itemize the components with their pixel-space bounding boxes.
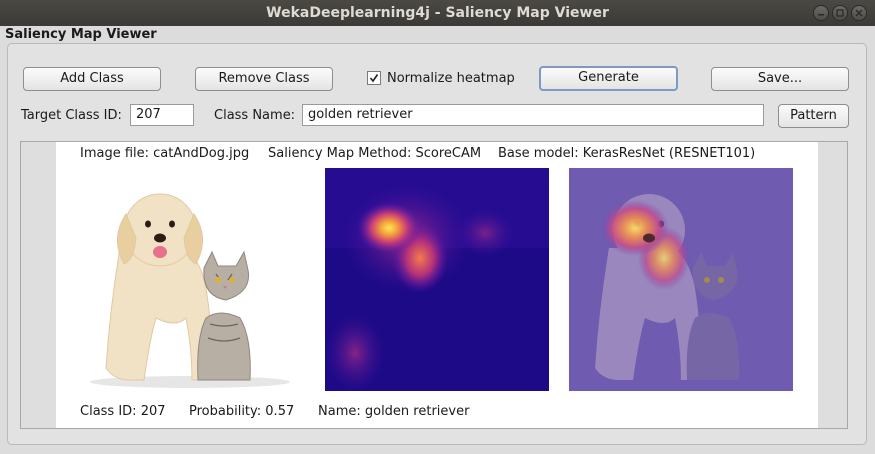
class-name-label: Class Name: [214,108,296,123]
result-class-id: Class ID: 207 [80,404,166,419]
original-image [80,168,304,391]
add-class-button[interactable]: Add Class [23,67,161,91]
result-canvas: Image file: catAndDog.jpg Saliency Map M… [56,142,818,428]
generate-button[interactable]: Generate [539,66,678,91]
window-title: WekaDeeplearning4j - Saliency Map Viewer [266,5,609,21]
normalize-heatmap-toggle[interactable]: Normalize heatmap [367,70,515,86]
checkmark-icon [369,74,379,83]
normalize-heatmap-checkbox[interactable] [367,71,381,85]
result-class-name: Name: golden retriever [318,404,470,419]
maximize-icon[interactable] [832,5,848,21]
menubar: Saliency Map Viewer [0,26,875,44]
pattern-button[interactable]: Pattern [778,104,849,128]
saliency-method-info: Saliency Map Method: ScoreCAM [268,146,482,161]
panel-title: Saliency Map Viewer [5,27,157,42]
target-class-id-input[interactable]: 207 [130,104,194,126]
target-class-id-label: Target Class ID: [21,108,122,123]
normalize-heatmap-label: Normalize heatmap [387,70,515,86]
window-controls [813,5,867,21]
result-probability: Probability: 0.57 [189,404,295,419]
close-icon[interactable] [851,5,867,21]
result-panel: Image file: catAndDog.jpg Saliency Map M… [20,141,848,429]
window-titlebar: WekaDeeplearning4j - Saliency Map Viewer [0,0,875,26]
class-name-input[interactable]: golden retriever [302,104,764,126]
save-button[interactable]: Save... [711,67,849,91]
saliency-overlay-image [569,168,793,391]
minimize-icon[interactable] [813,5,829,21]
base-model-info: Base model: KerasResNet (RESNET101) [498,146,756,161]
remove-class-button[interactable]: Remove Class [195,67,333,91]
saliency-heatmap-image [325,168,549,391]
image-file-info: Image file: catAndDog.jpg [80,146,250,161]
